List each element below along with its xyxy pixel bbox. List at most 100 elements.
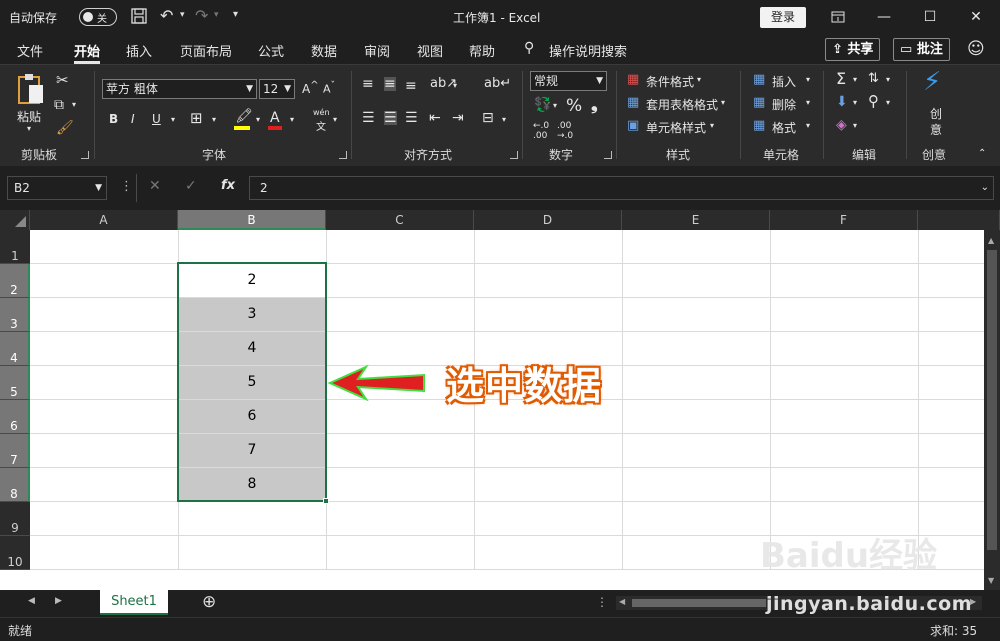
ideas-lightning-icon[interactable]: ⚡ bbox=[923, 69, 941, 95]
ribbon-display-icon[interactable] bbox=[818, 4, 858, 30]
accounting-format-icon[interactable]: 💱 bbox=[534, 98, 551, 112]
autosum-dropdown-icon[interactable]: ▾ bbox=[853, 76, 857, 84]
row-header-5[interactable]: 5 bbox=[0, 366, 30, 400]
scroll-down-icon[interactable]: ▼ bbox=[988, 576, 994, 585]
collapse-ribbon-icon[interactable]: ⌃ bbox=[978, 149, 986, 159]
feedback-smiley-icon[interactable]: ☺ bbox=[967, 39, 985, 59]
comma-style-icon[interactable]: ❟ bbox=[591, 95, 598, 115]
tab-view[interactable]: 视图 bbox=[417, 41, 443, 60]
ideas-label-1[interactable]: 创 bbox=[930, 105, 942, 122]
prev-sheet-icon[interactable]: ◀ bbox=[28, 596, 35, 606]
sort-dropdown-icon[interactable]: ▾ bbox=[886, 76, 890, 84]
font-launcher-icon[interactable] bbox=[339, 151, 347, 159]
fill-color-icon[interactable]: 🖍 bbox=[235, 109, 253, 123]
undo-dropdown-icon[interactable]: ▾ bbox=[180, 10, 185, 20]
increase-font-icon[interactable]: A^ bbox=[302, 80, 319, 96]
align-center-icon[interactable]: ☰ bbox=[384, 111, 397, 125]
decrease-font-icon[interactable]: Aˇ bbox=[323, 80, 335, 96]
phonetic-dropdown-icon[interactable]: ▾ bbox=[333, 116, 337, 124]
column-header-d[interactable]: D bbox=[474, 210, 622, 230]
redo-icon[interactable]: ↷ bbox=[195, 6, 208, 25]
clear-icon[interactable]: ◈ bbox=[836, 118, 847, 132]
formula-input[interactable]: 2 ⌄ bbox=[249, 176, 994, 200]
enter-icon[interactable]: ✓ bbox=[185, 178, 197, 194]
tab-data[interactable]: 数据 bbox=[311, 41, 337, 60]
format-painter-icon[interactable]: 🖌 bbox=[56, 121, 74, 135]
ideas-label-2[interactable]: 意 bbox=[930, 121, 942, 138]
insert-function-button[interactable]: fx bbox=[221, 178, 235, 193]
undo-icon[interactable]: ↶ bbox=[160, 6, 173, 25]
column-header-g[interactable] bbox=[918, 210, 1000, 230]
row-header-10[interactable]: 10 bbox=[0, 536, 30, 570]
chevron-down-icon[interactable]: ▾ bbox=[710, 122, 714, 130]
phonetic-top[interactable]: wén bbox=[313, 108, 330, 117]
add-sheet-icon[interactable]: ⊕ bbox=[202, 592, 216, 612]
autosave-toggle[interactable]: 关 bbox=[79, 8, 117, 26]
find-dropdown-icon[interactable]: ▾ bbox=[886, 99, 890, 107]
align-right-icon[interactable]: ☰ bbox=[405, 111, 418, 125]
format-cells-button[interactable]: 格式 bbox=[772, 119, 796, 136]
tab-page-layout[interactable]: 页面布局 bbox=[180, 41, 232, 60]
login-button[interactable]: 登录 bbox=[760, 7, 806, 28]
accounting-dropdown-icon[interactable]: ▾ bbox=[553, 102, 557, 110]
copy-dropdown-icon[interactable]: ▾ bbox=[72, 101, 76, 109]
sheet-tab-sheet1[interactable]: Sheet1 bbox=[100, 590, 168, 615]
autosum-icon[interactable]: Σ bbox=[836, 71, 846, 87]
align-middle-icon[interactable]: ≡ bbox=[384, 77, 396, 91]
scroll-left-icon[interactable]: ◀ bbox=[619, 597, 625, 606]
cell-styles-button[interactable]: 单元格样式 bbox=[646, 119, 706, 136]
vertical-scroll-thumb[interactable] bbox=[987, 250, 997, 550]
font-name-dropdown[interactable]: 苹方 粗体 ▼ bbox=[102, 79, 257, 99]
chevron-down-icon[interactable]: ▾ bbox=[697, 76, 701, 84]
find-select-icon[interactable]: ⚲ bbox=[868, 94, 879, 109]
horizontal-scroll-thumb[interactable] bbox=[632, 599, 766, 607]
vertical-scrollbar[interactable]: ▲ ▼ bbox=[984, 230, 1000, 590]
font-color-icon[interactable]: A bbox=[270, 110, 280, 126]
row-header-2[interactable]: 2 bbox=[0, 264, 30, 298]
merge-dropdown-icon[interactable]: ▾ bbox=[502, 116, 506, 124]
font-size-dropdown[interactable]: 12 ▼ bbox=[259, 79, 295, 99]
phonetic-icon[interactable]: 文 bbox=[316, 118, 326, 133]
tab-review[interactable]: 审阅 bbox=[364, 41, 390, 60]
share-button[interactable]: ⇪ 共享 bbox=[825, 38, 881, 61]
number-launcher-icon[interactable] bbox=[604, 151, 612, 159]
row-header-6[interactable]: 6 bbox=[0, 400, 30, 434]
tab-help[interactable]: 帮助 bbox=[469, 41, 495, 60]
column-header-a[interactable]: A bbox=[30, 210, 178, 230]
borders-icon[interactable]: ⊞ bbox=[190, 111, 203, 126]
alignment-launcher-icon[interactable] bbox=[510, 151, 518, 159]
borders-dropdown-icon[interactable]: ▾ bbox=[212, 116, 216, 124]
row-header-9[interactable]: 9 bbox=[0, 502, 30, 536]
underline-button[interactable]: U bbox=[152, 112, 161, 126]
status-sum[interactable]: 求和: 35 bbox=[930, 622, 977, 639]
row-header-1[interactable]: 1 bbox=[0, 230, 30, 264]
tab-home[interactable]: 开始 bbox=[74, 41, 100, 60]
cancel-icon[interactable]: ✕ bbox=[149, 178, 161, 194]
select-all-corner[interactable] bbox=[0, 210, 30, 230]
fill-handle[interactable] bbox=[323, 498, 329, 504]
tab-insert[interactable]: 插入 bbox=[126, 41, 152, 60]
fill-dropdown-icon[interactable]: ▾ bbox=[853, 99, 857, 107]
align-left-icon[interactable]: ☰ bbox=[362, 111, 375, 125]
tab-formulas[interactable]: 公式 bbox=[258, 41, 284, 60]
fill-icon[interactable]: ⬇ bbox=[836, 95, 848, 109]
paste-dropdown-icon[interactable]: ▾ bbox=[27, 125, 31, 133]
redo-dropdown-icon[interactable]: ▾ bbox=[214, 10, 219, 20]
chevron-down-icon[interactable]: ▾ bbox=[806, 99, 810, 107]
underline-dropdown-icon[interactable]: ▾ bbox=[171, 116, 175, 124]
column-header-e[interactable]: E bbox=[622, 210, 770, 230]
search-label[interactable]: 操作说明搜索 bbox=[549, 41, 627, 60]
increase-indent-icon[interactable]: ⇥ bbox=[452, 111, 464, 125]
row-header-7[interactable]: 7 bbox=[0, 434, 30, 468]
sort-filter-icon[interactable]: ⇅ bbox=[868, 72, 879, 85]
decrease-decimal-icon[interactable]: .00 →.0 bbox=[557, 121, 573, 141]
comments-button[interactable]: ▭ 批注 bbox=[893, 38, 950, 61]
paste-icon[interactable] bbox=[16, 73, 46, 110]
column-header-b[interactable]: B bbox=[178, 210, 326, 230]
orientation-dropdown-icon[interactable]: ▾ bbox=[453, 82, 457, 90]
fill-dropdown-icon[interactable]: ▾ bbox=[256, 116, 260, 124]
more-options-icon[interactable]: ⋮ bbox=[120, 179, 133, 194]
maximize-icon[interactable]: ☐ bbox=[910, 4, 950, 30]
minimize-icon[interactable]: — bbox=[864, 4, 904, 30]
column-header-f[interactable]: F bbox=[770, 210, 918, 230]
